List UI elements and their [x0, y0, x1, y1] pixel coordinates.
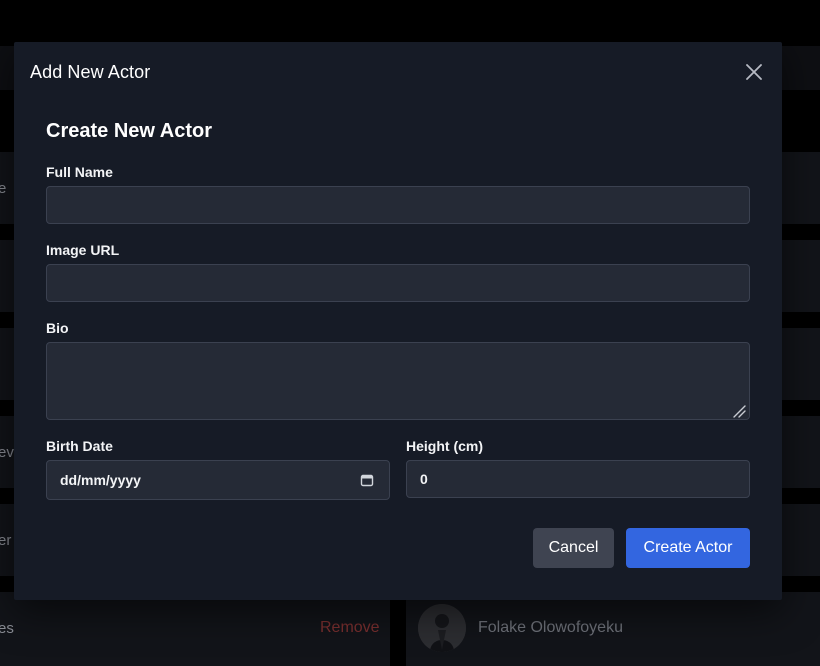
close-button[interactable]	[742, 60, 766, 84]
close-icon	[746, 64, 762, 80]
bio-textarea[interactable]	[46, 342, 750, 420]
create-actor-button[interactable]: Create Actor	[626, 528, 750, 568]
person-photo-icon	[418, 604, 466, 652]
modal-title: Add New Actor	[30, 62, 151, 82]
full-name-input[interactable]	[46, 186, 750, 224]
form-heading: Create New Actor	[46, 120, 212, 142]
remove-link[interactable]: Remove	[320, 619, 380, 637]
screen: e ev er es Remove Folake Olowofoyeku Add…	[0, 0, 820, 666]
bio-label: Bio	[46, 320, 69, 336]
height-input[interactable]	[406, 460, 750, 498]
background-cut-text: er	[0, 532, 12, 549]
full-name-label: Full Name	[46, 164, 113, 180]
height-value: 0	[420, 471, 428, 487]
birth-date-placeholder: dd/mm/yyyy	[60, 472, 141, 488]
background-cut-text: es	[0, 620, 14, 637]
background-cut-text: ev	[0, 444, 14, 461]
actor-avatar	[418, 604, 466, 652]
cancel-button[interactable]: Cancel	[533, 528, 614, 568]
birth-date-label: Birth Date	[46, 438, 113, 454]
calendar-icon[interactable]	[360, 473, 374, 487]
image-url-input[interactable]	[46, 264, 750, 302]
actor-name: Folake Olowofoyeku	[478, 619, 623, 636]
image-url-label: Image URL	[46, 242, 120, 258]
background-cut-text: e	[0, 180, 7, 197]
height-label: Height (cm)	[406, 438, 483, 454]
add-actor-modal: Add New Actor Create New Actor Full Name…	[14, 42, 782, 600]
